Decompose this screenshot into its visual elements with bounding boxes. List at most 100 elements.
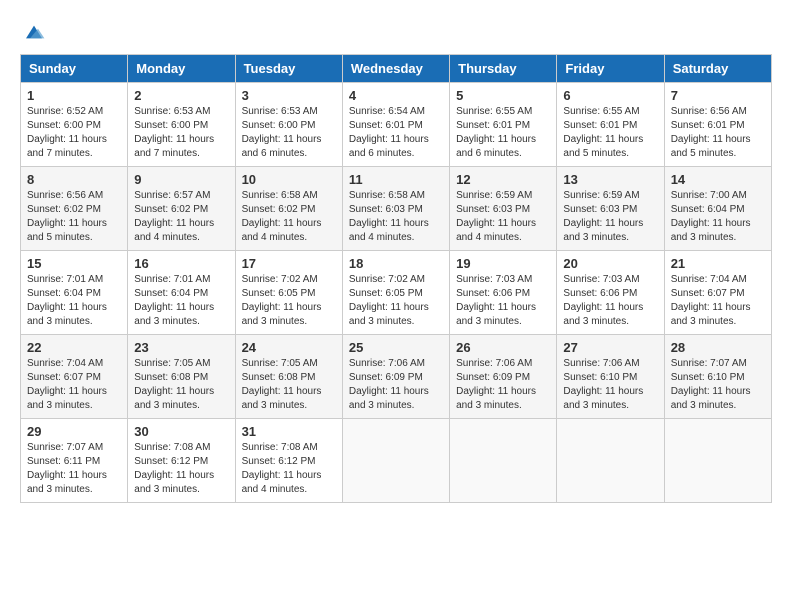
calendar-day-cell: 30 Sunrise: 7:08 AMSunset: 6:12 PMDayligh… <box>128 419 235 503</box>
calendar-day-cell: 20 Sunrise: 7:03 AMSunset: 6:06 PMDayligh… <box>557 251 664 335</box>
day-info: Sunrise: 7:03 AMSunset: 6:06 PMDaylight:… <box>563 273 657 329</box>
day-info: Sunrise: 6:53 AMSunset: 6:00 PMDaylight:… <box>242 105 336 161</box>
calendar-day-cell: 17 Sunrise: 7:02 AMSunset: 6:05 PMDayligh… <box>235 251 342 335</box>
calendar-day-cell <box>450 419 557 503</box>
day-number: 6 <box>563 88 657 103</box>
day-info: Sunrise: 6:54 AMSunset: 6:01 PMDaylight:… <box>349 105 443 161</box>
day-number: 22 <box>27 340 121 355</box>
day-info: Sunrise: 6:56 AMSunset: 6:02 PMDaylight:… <box>27 189 121 245</box>
calendar-day-cell: 25 Sunrise: 7:06 AMSunset: 6:09 PMDayligh… <box>342 335 449 419</box>
calendar-week-row: 1 Sunrise: 6:52 AMSunset: 6:00 PMDaylight… <box>21 83 772 167</box>
day-of-week-header: Wednesday <box>342 55 449 83</box>
day-number: 5 <box>456 88 550 103</box>
calendar-day-cell: 14Sunrise: 7:00 AMSunset: 6:04 PMDayligh… <box>664 167 771 251</box>
calendar-day-cell: 2 Sunrise: 6:53 AMSunset: 6:00 PMDaylight… <box>128 83 235 167</box>
calendar-day-cell: 11 Sunrise: 6:58 AMSunset: 6:03 PMDayligh… <box>342 167 449 251</box>
day-number: 9 <box>134 172 228 187</box>
day-of-week-header: Saturday <box>664 55 771 83</box>
day-info: Sunrise: 7:08 AMSunset: 6:12 PMDaylight:… <box>134 441 228 497</box>
day-of-week-header: Friday <box>557 55 664 83</box>
day-number: 31 <box>242 424 336 439</box>
calendar-day-cell: 19Sunrise: 7:03 AMSunset: 6:06 PMDayligh… <box>450 251 557 335</box>
calendar-day-cell: 6 Sunrise: 6:55 AMSunset: 6:01 PMDaylight… <box>557 83 664 167</box>
calendar-day-cell: 5 Sunrise: 6:55 AMSunset: 6:01 PMDaylight… <box>450 83 557 167</box>
calendar-day-cell: 10Sunrise: 6:58 AMSunset: 6:02 PMDayligh… <box>235 167 342 251</box>
calendar-day-cell: 16 Sunrise: 7:01 AMSunset: 6:04 PMDayligh… <box>128 251 235 335</box>
day-number: 30 <box>134 424 228 439</box>
day-number: 16 <box>134 256 228 271</box>
calendar-day-cell <box>664 419 771 503</box>
calendar-week-row: 15 Sunrise: 7:01 AMSunset: 6:04 PMDayligh… <box>21 251 772 335</box>
day-info: Sunrise: 7:05 AMSunset: 6:08 PMDaylight:… <box>134 357 228 413</box>
day-info: Sunrise: 7:02 AMSunset: 6:05 PMDaylight:… <box>242 273 336 329</box>
day-info: Sunrise: 6:52 AMSunset: 6:00 PMDaylight:… <box>27 105 121 161</box>
day-info: Sunrise: 7:02 AMSunset: 6:05 PMDaylight:… <box>349 273 443 329</box>
day-number: 8 <box>27 172 121 187</box>
day-number: 20 <box>563 256 657 271</box>
day-number: 13 <box>563 172 657 187</box>
day-number: 18 <box>349 256 443 271</box>
day-info: Sunrise: 6:53 AMSunset: 6:00 PMDaylight:… <box>134 105 228 161</box>
day-number: 27 <box>563 340 657 355</box>
day-number: 14 <box>671 172 765 187</box>
day-number: 26 <box>456 340 550 355</box>
calendar-day-cell: 29 Sunrise: 7:07 AMSunset: 6:11 PMDayligh… <box>21 419 128 503</box>
calendar-day-cell: 13 Sunrise: 6:59 AMSunset: 6:03 PMDayligh… <box>557 167 664 251</box>
day-number: 23 <box>134 340 228 355</box>
day-number: 1 <box>27 88 121 103</box>
day-number: 3 <box>242 88 336 103</box>
day-info: Sunrise: 7:01 AMSunset: 6:04 PMDaylight:… <box>134 273 228 329</box>
day-info: Sunrise: 6:55 AMSunset: 6:01 PMDaylight:… <box>563 105 657 161</box>
calendar-day-cell: 21Sunrise: 7:04 AMSunset: 6:07 PMDayligh… <box>664 251 771 335</box>
calendar-day-cell: 23 Sunrise: 7:05 AMSunset: 6:08 PMDayligh… <box>128 335 235 419</box>
calendar-day-cell: 12Sunrise: 6:59 AMSunset: 6:03 PMDayligh… <box>450 167 557 251</box>
calendar-day-cell: 4 Sunrise: 6:54 AMSunset: 6:01 PMDaylight… <box>342 83 449 167</box>
day-of-week-header: Tuesday <box>235 55 342 83</box>
day-number: 15 <box>27 256 121 271</box>
calendar-day-cell: 15Sunrise: 7:01 AMSunset: 6:04 PMDayligh… <box>21 251 128 335</box>
day-info: Sunrise: 7:07 AMSunset: 6:10 PMDaylight:… <box>671 357 765 413</box>
calendar-day-cell: 3 Sunrise: 6:53 AMSunset: 6:00 PMDaylight… <box>235 83 342 167</box>
calendar-day-cell: 8 Sunrise: 6:56 AMSunset: 6:02 PMDaylight… <box>21 167 128 251</box>
day-info: Sunrise: 7:08 AMSunset: 6:12 PMDaylight:… <box>242 441 336 497</box>
logo <box>20 20 46 44</box>
calendar-day-cell: 28 Sunrise: 7:07 AMSunset: 6:10 PMDayligh… <box>664 335 771 419</box>
day-info: Sunrise: 7:05 AMSunset: 6:08 PMDaylight:… <box>242 357 336 413</box>
calendar-day-cell: 24 Sunrise: 7:05 AMSunset: 6:08 PMDayligh… <box>235 335 342 419</box>
calendar-header-row: SundayMondayTuesdayWednesdayThursdayFrid… <box>21 55 772 83</box>
day-of-week-header: Monday <box>128 55 235 83</box>
day-number: 24 <box>242 340 336 355</box>
day-info: Sunrise: 7:04 AMSunset: 6:07 PMDaylight:… <box>27 357 121 413</box>
day-info: Sunrise: 6:59 AMSunset: 6:03 PMDaylight:… <box>456 189 550 245</box>
day-info: Sunrise: 7:07 AMSunset: 6:11 PMDaylight:… <box>27 441 121 497</box>
day-info: Sunrise: 7:06 AMSunset: 6:10 PMDaylight:… <box>563 357 657 413</box>
day-number: 21 <box>671 256 765 271</box>
calendar-day-cell: 31 Sunrise: 7:08 AMSunset: 6:12 PMDayligh… <box>235 419 342 503</box>
page-header <box>20 20 772 44</box>
calendar-week-row: 8 Sunrise: 6:56 AMSunset: 6:02 PMDaylight… <box>21 167 772 251</box>
day-number: 11 <box>349 172 443 187</box>
day-info: Sunrise: 6:59 AMSunset: 6:03 PMDaylight:… <box>563 189 657 245</box>
logo-icon <box>22 20 46 44</box>
day-number: 25 <box>349 340 443 355</box>
day-info: Sunrise: 7:06 AMSunset: 6:09 PMDaylight:… <box>456 357 550 413</box>
day-info: Sunrise: 6:58 AMSunset: 6:03 PMDaylight:… <box>349 189 443 245</box>
day-info: Sunrise: 7:06 AMSunset: 6:09 PMDaylight:… <box>349 357 443 413</box>
calendar-day-cell <box>342 419 449 503</box>
calendar-week-row: 22 Sunrise: 7:04 AMSunset: 6:07 PMDayligh… <box>21 335 772 419</box>
calendar-day-cell: 22 Sunrise: 7:04 AMSunset: 6:07 PMDayligh… <box>21 335 128 419</box>
calendar-day-cell: 18 Sunrise: 7:02 AMSunset: 6:05 PMDayligh… <box>342 251 449 335</box>
calendar-day-cell: 26 Sunrise: 7:06 AMSunset: 6:09 PMDayligh… <box>450 335 557 419</box>
day-info: Sunrise: 6:55 AMSunset: 6:01 PMDaylight:… <box>456 105 550 161</box>
day-number: 28 <box>671 340 765 355</box>
day-number: 17 <box>242 256 336 271</box>
day-info: Sunrise: 6:56 AMSunset: 6:01 PMDaylight:… <box>671 105 765 161</box>
day-info: Sunrise: 6:57 AMSunset: 6:02 PMDaylight:… <box>134 189 228 245</box>
day-of-week-header: Sunday <box>21 55 128 83</box>
calendar-day-cell: 27 Sunrise: 7:06 AMSunset: 6:10 PMDayligh… <box>557 335 664 419</box>
day-number: 2 <box>134 88 228 103</box>
day-number: 4 <box>349 88 443 103</box>
day-of-week-header: Thursday <box>450 55 557 83</box>
day-number: 29 <box>27 424 121 439</box>
calendar-day-cell <box>557 419 664 503</box>
